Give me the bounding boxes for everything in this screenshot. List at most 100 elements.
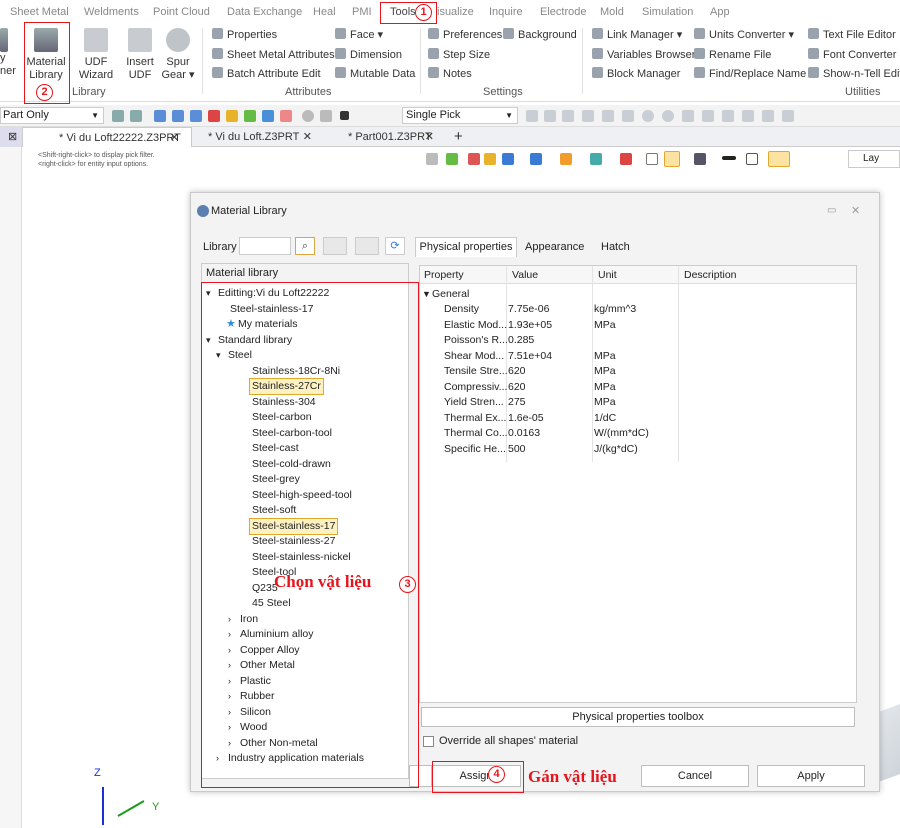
- menu-weldments[interactable]: Weldments: [84, 6, 139, 18]
- tab-vi-du-loft22222[interactable]: * Vi du Loft22222.Z3PRT ✕: [22, 127, 192, 147]
- view-toolbar-icon[interactable]: [590, 153, 602, 165]
- filter-dropdown[interactable]: Part Only ▼: [0, 107, 104, 124]
- batch-attribute-edit-button[interactable]: Batch Attribute Edit: [212, 67, 321, 82]
- left-panel-strip[interactable]: [0, 147, 22, 828]
- show-n-tell-editor-button[interactable]: Show-n-Tell Edito: [808, 67, 900, 82]
- menu-inquire[interactable]: Inquire: [489, 6, 523, 18]
- toolbar-icon[interactable]: [782, 110, 794, 122]
- library-search-input[interactable]: [239, 237, 291, 255]
- toolbar-icon[interactable]: [544, 110, 556, 122]
- new-tab-button[interactable]: +: [446, 127, 466, 147]
- menu-electrode[interactable]: Electrode: [540, 6, 586, 18]
- view-toolbar-icon[interactable]: [694, 153, 706, 165]
- find-replace-name-button[interactable]: Find/Replace Name: [694, 67, 806, 82]
- table-row[interactable]: Poisson's R... 0.285: [420, 333, 856, 348]
- view-toolbar-icon[interactable]: [530, 153, 542, 165]
- close-icon[interactable]: ✕: [425, 127, 434, 147]
- toolbar-icon[interactable]: [682, 110, 694, 122]
- view-toolbar-icon[interactable]: [426, 153, 438, 165]
- face-button[interactable]: Face ▾: [335, 28, 383, 43]
- notes-button[interactable]: Notes: [428, 67, 472, 82]
- toolbar-icon[interactable]: [340, 111, 349, 120]
- toolbar-icon[interactable]: [526, 110, 538, 122]
- tab-physical-properties[interactable]: Physical properties: [415, 237, 517, 257]
- search-icon[interactable]: ⌕: [295, 237, 315, 255]
- toolbar-icon[interactable]: [280, 110, 292, 122]
- ribbon-cut-button[interactable]: y ner: [0, 28, 16, 78]
- apply-button[interactable]: Apply: [757, 765, 865, 787]
- export-library-icon[interactable]: [355, 237, 379, 255]
- sheet-metal-attributes-button[interactable]: Sheet Metal Attributes: [212, 48, 335, 63]
- insert-udf-button[interactable]: Insert UDF: [120, 28, 160, 82]
- toolbar-icon[interactable]: [130, 110, 142, 122]
- toolbar-icon[interactable]: [320, 110, 332, 122]
- menu-sheet-metal[interactable]: Sheet Metal: [10, 6, 69, 18]
- view-toolbar-icon[interactable]: [446, 153, 458, 165]
- tab-appearance[interactable]: Appearance: [525, 241, 584, 253]
- properties-button[interactable]: Properties: [212, 28, 277, 43]
- toolbar-icon[interactable]: [172, 110, 184, 122]
- toolbar-icon[interactable]: [262, 110, 274, 122]
- toolbar-icon[interactable]: [154, 110, 166, 122]
- link-manager-button[interactable]: Link Manager ▾: [592, 28, 682, 43]
- menu-mold[interactable]: Mold: [600, 6, 624, 18]
- toolbar-icon[interactable]: [622, 110, 634, 122]
- menu-point-cloud[interactable]: Point Cloud: [153, 6, 210, 18]
- toolbar-icon[interactable]: [226, 110, 238, 122]
- toolbar-icon[interactable]: [190, 110, 202, 122]
- view-toolbar-icon[interactable]: [664, 151, 680, 167]
- toolbar-icon[interactable]: [562, 110, 574, 122]
- menu-simulation[interactable]: Simulation: [642, 6, 693, 18]
- tab-hatch[interactable]: Hatch: [601, 241, 630, 253]
- table-row[interactable]: Specific He... 500 J/(kg*dC): [420, 442, 856, 457]
- toolbar-icon[interactable]: [112, 110, 124, 122]
- preferences-button[interactable]: Preferences: [428, 28, 502, 43]
- view-toolbar-icon[interactable]: [646, 153, 658, 165]
- menu-data-exchange[interactable]: Data Exchange: [227, 6, 302, 18]
- table-row[interactable]: Elastic Mod... 1.93e+05 MPa: [420, 318, 856, 333]
- physical-properties-toolbox-button[interactable]: Physical properties toolbox: [421, 707, 855, 727]
- toolbar-icon[interactable]: [208, 110, 220, 122]
- close-icon[interactable]: ✕: [170, 128, 179, 148]
- toolbar-icon[interactable]: [582, 110, 594, 122]
- toolbar-icon[interactable]: [762, 110, 774, 122]
- view-toolbar-icon[interactable]: [768, 151, 790, 167]
- menu-heal[interactable]: Heal: [313, 6, 336, 18]
- chevron-down-icon[interactable]: ▼: [422, 287, 431, 302]
- units-converter-button[interactable]: Units Converter ▾: [694, 28, 794, 43]
- view-toolbar-icon[interactable]: [502, 153, 514, 165]
- toolbar-icon[interactable]: [702, 110, 714, 122]
- view-toolbar-icon[interactable]: [484, 153, 496, 165]
- cancel-button[interactable]: Cancel: [641, 765, 749, 787]
- variables-browser-button[interactable]: Variables Browser: [592, 48, 695, 63]
- menu-pmi[interactable]: PMI: [352, 6, 372, 18]
- spur-gear-button[interactable]: Spur Gear ▾: [160, 28, 196, 82]
- toolbar-icon[interactable]: [244, 110, 256, 122]
- rename-file-button[interactable]: Rename File: [694, 48, 771, 63]
- menu-visualize[interactable]: isualize: [437, 6, 474, 18]
- toolbar-icon[interactable]: [302, 110, 314, 122]
- toolbar-icon[interactable]: [642, 110, 654, 122]
- table-row[interactable]: Density 7.75e-06 kg/mm^3: [420, 302, 856, 317]
- toolbar-icon[interactable]: [742, 110, 754, 122]
- import-library-icon[interactable]: [323, 237, 347, 255]
- step-size-button[interactable]: Step Size: [428, 48, 490, 63]
- override-checkbox[interactable]: [423, 736, 434, 747]
- table-row[interactable]: Tensile Stre... 620 MPa: [420, 364, 856, 379]
- block-manager-button[interactable]: Block Manager: [592, 67, 680, 82]
- view-toolbar-icon[interactable]: [620, 153, 632, 165]
- text-file-editor-button[interactable]: Text File Editor: [808, 28, 896, 43]
- refresh-icon[interactable]: ⟳: [385, 237, 405, 255]
- layer-dropdown[interactable]: Lay: [848, 150, 900, 168]
- pick-mode-dropdown[interactable]: Single Pick ▼: [402, 107, 518, 124]
- font-converter-button[interactable]: Font Converter: [808, 48, 896, 63]
- close-icon[interactable]: ✕: [851, 204, 860, 217]
- view-toolbar-icon[interactable]: [468, 153, 480, 165]
- toolbar-icon[interactable]: [662, 110, 674, 122]
- tab-part001[interactable]: * Part001.Z3PRT ✕: [340, 127, 440, 147]
- menu-app[interactable]: App: [710, 6, 730, 18]
- table-row[interactable]: Yield Stren... 275 MPa: [420, 395, 856, 410]
- toolbar-icon[interactable]: [602, 110, 614, 122]
- table-row[interactable]: Shear Mod... 7.51e+04 MPa: [420, 349, 856, 364]
- tabs-close-all[interactable]: ⊠: [0, 127, 22, 147]
